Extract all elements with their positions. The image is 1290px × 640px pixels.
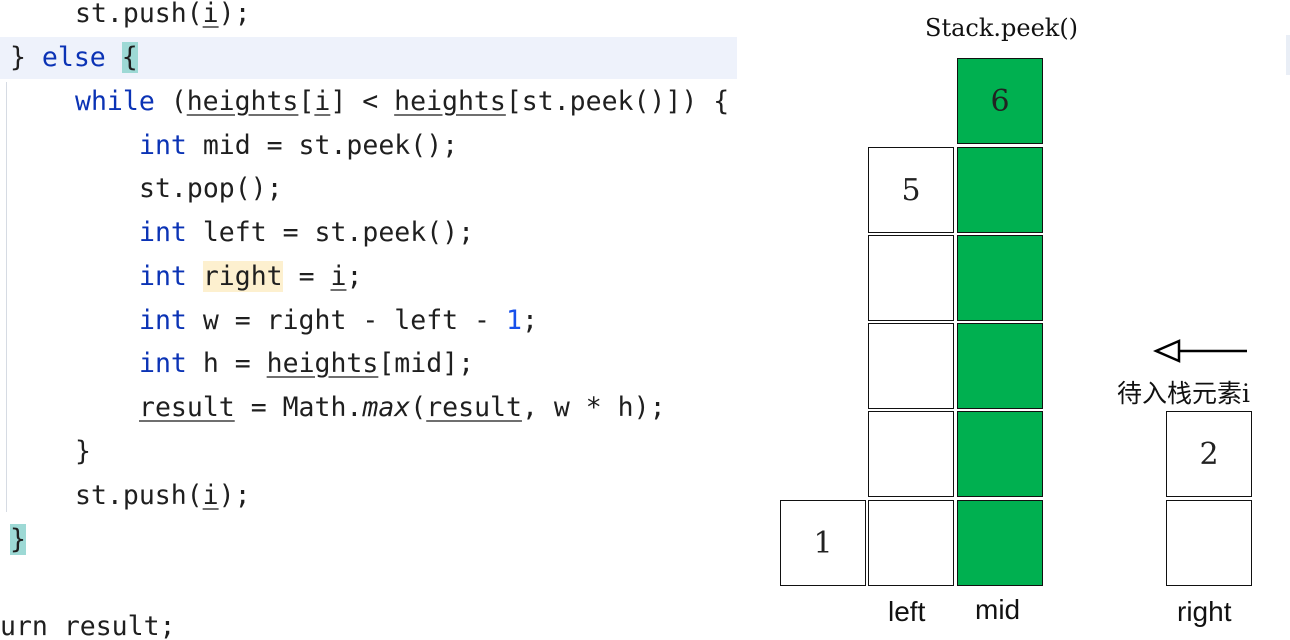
- stack-peek-label: Stack.peek(): [925, 14, 1079, 42]
- keyword-int: int: [139, 305, 187, 336]
- keyword-int: int: [139, 348, 187, 379]
- code-token: h =: [186, 348, 267, 379]
- pending-element-label: 待入栈元素i: [1117, 379, 1250, 408]
- code-line-4[interactable]: int mid = st.peek();: [139, 124, 458, 168]
- code-token: left = st.peek();: [186, 217, 475, 248]
- code-line-13[interactable]: }: [10, 518, 26, 562]
- bar-cell-value-1: 1: [780, 500, 866, 586]
- code-token-var-i: i: [330, 261, 347, 292]
- number-literal: 1: [505, 305, 522, 336]
- code-token: = Math.: [234, 392, 363, 423]
- keyword-int: int: [139, 217, 187, 248]
- matched-brace: {: [121, 42, 138, 73]
- code-line-11[interactable]: }: [75, 430, 91, 474]
- code-line-6[interactable]: int left = st.peek();: [139, 211, 474, 255]
- code-line-3[interactable]: while (heights[i] < heights[st.peek()]) …: [75, 80, 729, 124]
- keyword-while: while: [75, 86, 155, 117]
- bar-cell-value-6: 6: [957, 58, 1043, 144]
- code-token: (: [154, 86, 187, 117]
- code-line-1[interactable]: st.push(i);: [75, 0, 251, 36]
- window-edge: [1286, 35, 1290, 75]
- bar-cell-green: [957, 147, 1043, 233]
- code-editor[interactable]: st.push(i); } else { while (heights[i] <…: [0, 0, 737, 640]
- code-token: , w * h);: [521, 392, 666, 423]
- code-token-var-i: i: [202, 0, 219, 29]
- code-token: ;: [346, 261, 363, 292]
- code-token: );: [218, 0, 251, 29]
- bar-cell: [868, 323, 954, 409]
- code-token: mid = st.peek();: [186, 130, 459, 161]
- code-line-12[interactable]: st.push(i);: [75, 474, 251, 518]
- code-line-7[interactable]: int right = i;: [139, 255, 362, 299]
- highlighted-variable-right: right: [202, 261, 283, 292]
- code-token: ] <: [330, 86, 395, 117]
- code-line-10[interactable]: result = Math.max(result, w * h);: [139, 386, 666, 430]
- code-token: [mid];: [378, 348, 475, 379]
- code-line-9[interactable]: int h = heights[mid];: [139, 342, 474, 386]
- code-token-heights: heights: [266, 348, 379, 379]
- method-max: max: [362, 392, 411, 423]
- code-token-var-i: i: [202, 480, 219, 511]
- left-arrow-icon: [1153, 339, 1247, 363]
- bar-cell-green: [957, 323, 1043, 409]
- bar-cell-value-5: 5: [868, 147, 954, 233]
- code-token: st.pop();: [139, 173, 283, 204]
- keyword-else: else: [41, 42, 106, 73]
- bar-cell: [868, 411, 954, 497]
- code-token: w = right - left -: [186, 305, 506, 336]
- bar-cell-green: [957, 411, 1043, 497]
- code-token: [st.peek()]) {: [505, 86, 730, 117]
- code-line-2[interactable]: } else {: [10, 36, 138, 80]
- code-token: [: [298, 86, 315, 117]
- code-line-8[interactable]: int w = right - left - 1;: [139, 299, 538, 343]
- mid-label: mid: [975, 594, 1021, 625]
- keyword-int: int: [139, 261, 187, 292]
- code-token: =: [282, 261, 331, 292]
- bar-cell: [868, 500, 954, 586]
- keyword-int: int: [139, 130, 187, 161]
- code-line-5[interactable]: st.pop();: [139, 167, 283, 211]
- code-token: ;: [521, 305, 538, 336]
- bar-cell: [1166, 500, 1252, 586]
- left-label: left: [888, 596, 926, 627]
- code-token-var-i: i: [314, 86, 331, 117]
- code-token: }: [10, 42, 42, 73]
- indent-guide: [6, 82, 7, 512]
- right-label: right: [1177, 596, 1232, 627]
- code-token: urn result;: [0, 611, 176, 640]
- code-line-14[interactable]: urn result;: [0, 605, 176, 640]
- monotonic-stack-diagram: Stack.peek() 1 5 6 2 待入栈元素i left mid rig…: [737, 0, 1290, 640]
- code-token-heights: heights: [186, 86, 299, 117]
- code-token-result: result: [139, 392, 235, 423]
- code-token: st.push(: [75, 480, 203, 511]
- code-token: );: [218, 480, 251, 511]
- code-token-result: result: [426, 392, 522, 423]
- code-token-heights: heights: [394, 86, 506, 117]
- code-token: st.push(: [75, 0, 203, 29]
- matched-brace: }: [10, 524, 26, 555]
- code-token: (: [410, 392, 427, 423]
- bar-cell: [868, 235, 954, 321]
- bar-cell-green: [957, 235, 1043, 321]
- bar-cell-green: [957, 500, 1043, 586]
- bar-cell-value-2: 2: [1166, 411, 1252, 497]
- code-token: }: [75, 436, 91, 467]
